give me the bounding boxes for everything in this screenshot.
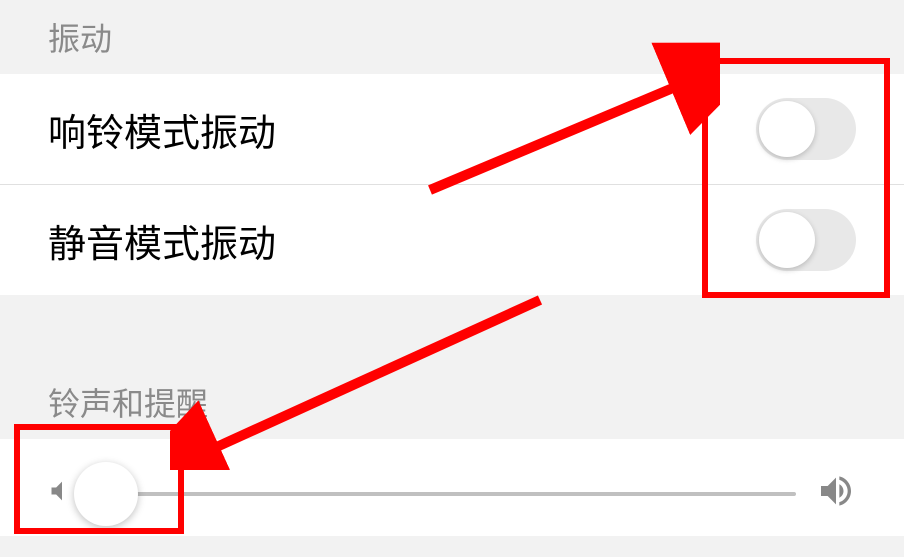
volume-slider-section bbox=[0, 439, 904, 536]
volume-slider-thumb[interactable] bbox=[74, 462, 138, 526]
speaker-max-icon bbox=[816, 471, 856, 516]
ring-mode-vibrate-label: 响铃模式振动 bbox=[48, 102, 276, 157]
vibration-section-header: 振动 bbox=[0, 0, 904, 74]
volume-slider[interactable] bbox=[96, 492, 796, 496]
silent-mode-vibrate-label: 静音模式振动 bbox=[48, 213, 276, 268]
speaker-min-icon bbox=[48, 477, 76, 510]
silent-mode-vibrate-row[interactable]: 静音模式振动 bbox=[0, 185, 904, 295]
ring-mode-vibrate-row[interactable]: 响铃模式振动 bbox=[0, 74, 904, 185]
silent-mode-vibrate-switch[interactable] bbox=[756, 209, 856, 271]
vibration-group: 响铃模式振动 静音模式振动 bbox=[0, 74, 904, 295]
switch-knob bbox=[759, 212, 815, 268]
ring-mode-vibrate-switch[interactable] bbox=[756, 98, 856, 160]
ringtone-section-header: 铃声和提醒 bbox=[0, 365, 904, 439]
volume-slider-row bbox=[48, 471, 856, 516]
switch-knob bbox=[759, 101, 815, 157]
